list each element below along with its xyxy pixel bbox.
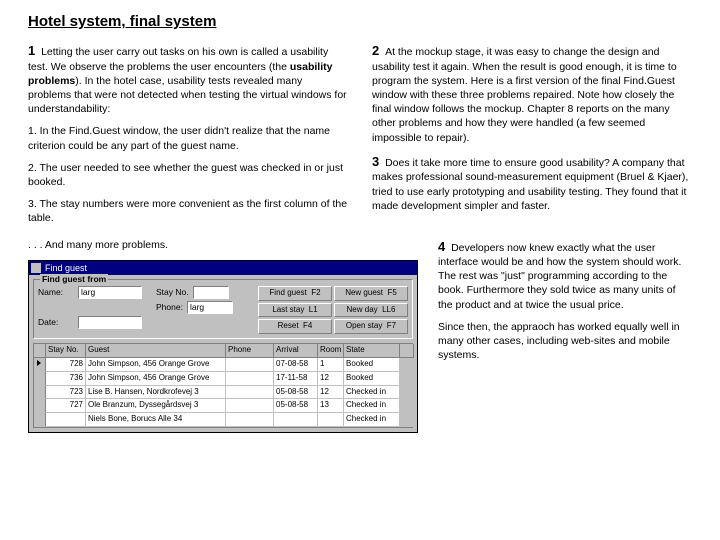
open-stay-button[interactable]: Open stay F7 bbox=[334, 319, 408, 334]
col-room[interactable]: Room bbox=[318, 344, 344, 358]
para-1a: Letting the user carry out tasks on his … bbox=[28, 46, 328, 73]
para-5: Since then, the appraoch has worked equa… bbox=[438, 320, 692, 363]
table-row[interactable]: 728John Simpson, 456 Orange Grove07-08-5… bbox=[34, 358, 412, 372]
col-state[interactable]: State bbox=[344, 344, 400, 358]
group-legend: Find guest from bbox=[40, 274, 108, 285]
side-column: 4 Developers now knew exactly what the u… bbox=[438, 238, 692, 433]
criteria-group: Find guest from Name: larg Stay No. bbox=[33, 279, 413, 339]
num-2: 2 bbox=[372, 43, 379, 58]
label-stay: Stay No. bbox=[156, 287, 189, 298]
list-item-2: 2. The user needed to see whether the gu… bbox=[28, 161, 348, 189]
last-stay-button[interactable]: Last stay L1 bbox=[258, 303, 332, 318]
app-icon bbox=[31, 263, 41, 273]
new-guest-button[interactable]: New guest F5 bbox=[334, 286, 408, 301]
num-3: 3 bbox=[372, 154, 379, 169]
para-3: Does it take more time to ensure good us… bbox=[372, 157, 688, 212]
find-guest-window: Find guest Find guest from Name: larg St… bbox=[28, 260, 418, 433]
reset-button[interactable]: Reset F4 bbox=[258, 319, 332, 334]
para-1c: ). In the hotel case, usability tests re… bbox=[28, 75, 347, 115]
col-stay[interactable]: Stay No. bbox=[46, 344, 86, 358]
page-title: Hotel system, final system bbox=[28, 12, 692, 32]
list-item-3: 3. The stay numbers were more convenient… bbox=[28, 197, 348, 225]
next-day-button[interactable]: New day LL6 bbox=[334, 303, 408, 318]
more-problems: . . . And many more problems. bbox=[28, 238, 418, 252]
num-1: 1 bbox=[28, 43, 35, 58]
col-guest[interactable]: Guest bbox=[86, 344, 226, 358]
num-4: 4 bbox=[438, 239, 445, 254]
table-row[interactable]: 736John Simpson, 456 Orange Grove17-11-5… bbox=[34, 372, 412, 386]
col-arrival[interactable]: Arrival bbox=[274, 344, 318, 358]
col-phone[interactable]: Phone bbox=[226, 344, 274, 358]
table-header: Stay No. Guest Phone Arrival Room State bbox=[34, 344, 412, 358]
table-row[interactable]: 723Lise B. Hansen, Nordkrofevej 305-08-5… bbox=[34, 386, 412, 400]
list-item-1: 1. In the Find.Guest window, the user di… bbox=[28, 124, 348, 152]
right-column: 2 At the mockup stage, it was easy to ch… bbox=[372, 42, 692, 233]
para-4: Developers now knew exactly what the use… bbox=[438, 242, 681, 311]
find-button[interactable]: Find guest F2 bbox=[258, 286, 332, 301]
titlebar: Find guest bbox=[29, 261, 417, 275]
results-table: Stay No. Guest Phone Arrival Room State … bbox=[33, 343, 413, 428]
input-stay[interactable] bbox=[193, 286, 229, 299]
label-phone: Phone: bbox=[156, 302, 183, 313]
para-2: At the mockup stage, it was easy to chan… bbox=[372, 46, 677, 143]
input-phone[interactable]: larg bbox=[187, 301, 233, 314]
row-selector-icon bbox=[37, 360, 41, 366]
left-column: 1 Letting the user carry out tasks on hi… bbox=[28, 42, 348, 233]
label-date: Date: bbox=[38, 317, 74, 328]
input-date[interactable] bbox=[78, 316, 142, 329]
label-name: Name: bbox=[38, 287, 74, 298]
table-row[interactable]: Niels Bone, Borucs Alle 34Checked in bbox=[34, 413, 412, 427]
window-title: Find guest bbox=[45, 262, 87, 274]
table-row[interactable]: 727Ole Branzum, Dyssegårdsvej 305-08-581… bbox=[34, 399, 412, 413]
input-name[interactable]: larg bbox=[78, 286, 142, 299]
